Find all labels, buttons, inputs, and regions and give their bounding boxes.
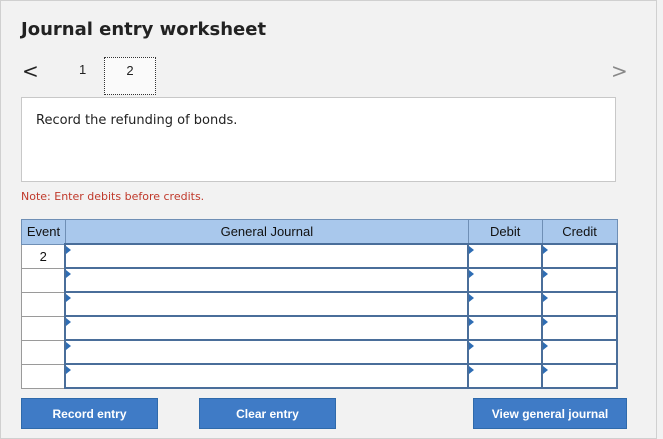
table-row — [21, 339, 618, 365]
cell-marker-icon — [543, 246, 549, 254]
event-cell — [21, 267, 66, 293]
debit-header: Debit — [467, 219, 543, 245]
cell-marker-icon — [66, 318, 72, 326]
cell-marker-icon — [543, 342, 549, 350]
credit-input[interactable] — [541, 267, 618, 293]
view-general-journal-button[interactable]: View general journal — [473, 398, 627, 429]
note-text: Note: Enter debits before credits. — [21, 190, 205, 203]
table-row — [21, 315, 618, 341]
debit-input[interactable] — [467, 315, 544, 341]
cell-marker-icon — [66, 246, 72, 254]
instruction-text: Record the refunding of bonds. — [36, 113, 238, 128]
page-title: Journal entry worksheet — [21, 19, 267, 40]
table-row — [21, 267, 618, 293]
credit-input[interactable] — [541, 339, 618, 365]
cell-marker-icon — [543, 318, 549, 326]
page-tab-1[interactable]: 1 — [79, 62, 86, 77]
debit-input[interactable] — [467, 339, 544, 365]
credit-input[interactable] — [541, 315, 618, 341]
cell-marker-icon — [543, 366, 549, 374]
page-tab-2[interactable]: 2 — [104, 57, 156, 95]
page-tab-2-label: 2 — [126, 63, 134, 78]
general-journal-header: General Journal — [64, 219, 469, 245]
cell-marker-icon — [469, 318, 475, 326]
event-header: Event — [21, 219, 66, 245]
credit-input[interactable] — [541, 363, 618, 389]
clear-entry-button[interactable]: Clear entry — [199, 398, 336, 429]
event-cell — [21, 339, 66, 365]
account-input[interactable] — [64, 339, 470, 365]
account-input[interactable] — [64, 363, 470, 389]
table-header-row: Event General Journal Debit Credit — [21, 219, 618, 245]
cell-marker-icon — [469, 342, 475, 350]
cell-marker-icon — [469, 294, 475, 302]
cell-marker-icon — [469, 366, 475, 374]
debit-input[interactable] — [467, 243, 544, 269]
credit-header: Credit — [541, 219, 618, 245]
cell-marker-icon — [469, 246, 475, 254]
account-input[interactable] — [64, 267, 470, 293]
event-cell: 2 — [21, 243, 66, 269]
account-input[interactable] — [64, 243, 470, 269]
table-row — [21, 291, 618, 317]
debit-input[interactable] — [467, 267, 544, 293]
cell-marker-icon — [66, 366, 72, 374]
instruction-box: Record the refunding of bonds. — [21, 97, 616, 182]
cell-marker-icon — [66, 270, 72, 278]
record-entry-button[interactable]: Record entry — [21, 398, 158, 429]
next-page-icon[interactable]: > — [611, 60, 631, 82]
cell-marker-icon — [543, 294, 549, 302]
cell-marker-icon — [66, 342, 72, 350]
event-cell — [21, 291, 66, 317]
table-row: 2 — [21, 243, 618, 269]
account-input[interactable] — [64, 291, 470, 317]
journal-table: Event General Journal Debit Credit 2 — [21, 219, 618, 389]
cell-marker-icon — [66, 294, 72, 302]
credit-input[interactable] — [541, 291, 618, 317]
event-cell — [21, 363, 66, 389]
debit-input[interactable] — [467, 291, 544, 317]
credit-input[interactable] — [541, 243, 618, 269]
cell-marker-icon — [469, 270, 475, 278]
table-row — [21, 363, 618, 389]
cell-marker-icon — [543, 270, 549, 278]
account-input[interactable] — [64, 315, 470, 341]
event-cell — [21, 315, 66, 341]
prev-page-icon[interactable]: < — [22, 60, 42, 82]
debit-input[interactable] — [467, 363, 544, 389]
